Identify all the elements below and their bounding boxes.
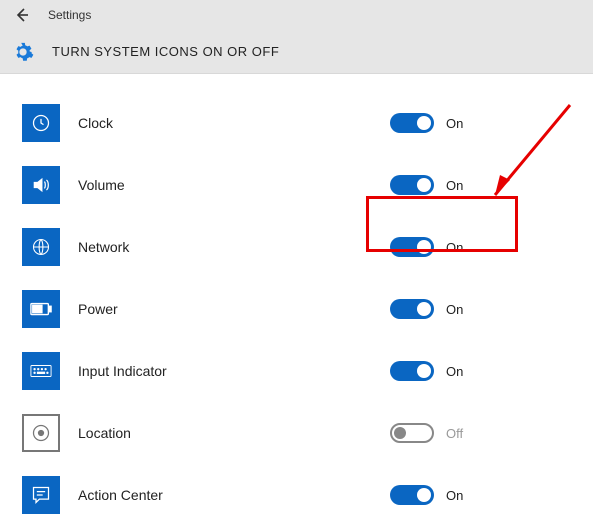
item-label: Power	[78, 301, 348, 317]
toggle-state: On	[446, 116, 463, 131]
gear-icon	[12, 41, 34, 63]
toggle-clock[interactable]	[390, 113, 434, 133]
settings-list: Clock On Volume On Network On Power	[0, 74, 593, 526]
toggle-input-indicator[interactable]	[390, 361, 434, 381]
clock-icon	[22, 104, 60, 142]
action-center-icon	[22, 476, 60, 514]
toggle-location[interactable]	[390, 423, 434, 443]
back-button[interactable]	[8, 1, 36, 29]
toggle-network[interactable]	[390, 237, 434, 257]
back-arrow-icon	[14, 7, 30, 23]
list-item: Location Off	[0, 402, 593, 464]
location-icon	[22, 414, 60, 452]
toggle-power[interactable]	[390, 299, 434, 319]
toggle-state: On	[446, 364, 463, 379]
list-item: Input Indicator On	[0, 340, 593, 402]
item-label: Volume	[78, 177, 348, 193]
toggle-state: On	[446, 178, 463, 193]
toggle-state: On	[446, 302, 463, 317]
page-header: TURN SYSTEM ICONS ON OR OFF	[0, 30, 593, 74]
item-label: Input Indicator	[78, 363, 348, 379]
window-title: Settings	[48, 8, 91, 22]
list-item: Action Center On	[0, 464, 593, 526]
power-icon	[22, 290, 60, 328]
list-item: Network On	[0, 216, 593, 278]
item-label: Location	[78, 425, 348, 441]
toggle-action-center[interactable]	[390, 485, 434, 505]
list-item: Volume On	[0, 154, 593, 216]
item-label: Action Center	[78, 487, 348, 503]
network-icon	[22, 228, 60, 266]
volume-icon	[22, 166, 60, 204]
toggle-state: On	[446, 488, 463, 503]
list-item: Clock On	[0, 92, 593, 154]
item-label: Clock	[78, 115, 348, 131]
page-title: TURN SYSTEM ICONS ON OR OFF	[52, 44, 279, 59]
list-item: Power On	[0, 278, 593, 340]
keyboard-icon	[22, 352, 60, 390]
toggle-state: Off	[446, 426, 463, 441]
titlebar: Settings	[0, 0, 593, 30]
toggle-volume[interactable]	[390, 175, 434, 195]
item-label: Network	[78, 239, 348, 255]
toggle-state: On	[446, 240, 463, 255]
